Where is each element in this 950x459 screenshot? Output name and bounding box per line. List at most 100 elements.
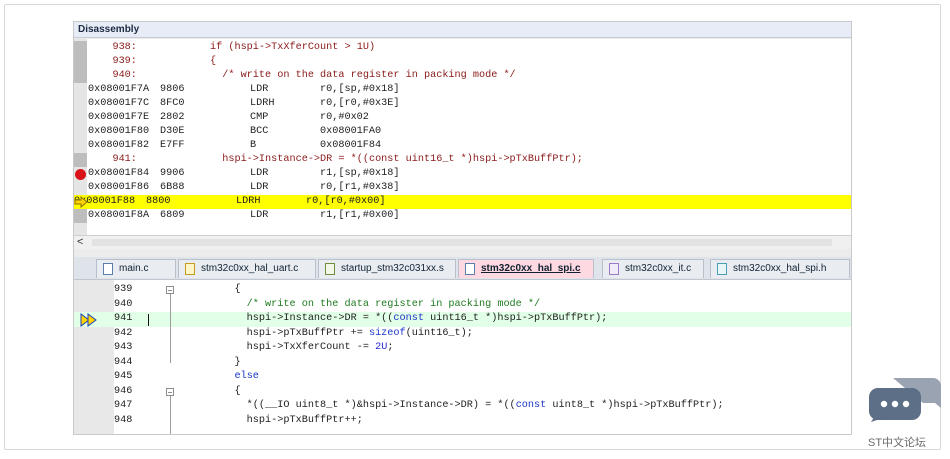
- code-token: hspi->pTxBuffPtr +=: [210, 327, 369, 339]
- disassembly-instruction-line[interactable]: 0x08001F82 E7FF B 0x08001F84: [88, 139, 850, 153]
- instruction-address: 0x08001F86: [88, 182, 150, 193]
- disassembly-instruction-line[interactable]: 0x08001F88 8800 LDRH r0,[r0,#0x00]: [74, 195, 851, 209]
- scroll-left-button[interactable]: <: [77, 236, 83, 248]
- instruction-operands: 0x08001F84: [320, 140, 382, 151]
- source-line-number: 941:: [88, 154, 137, 165]
- editor-line-number: 943: [114, 342, 133, 353]
- instruction-operands: r1,[r1,#0x00]: [320, 210, 400, 221]
- source-line-number: 938:: [88, 42, 137, 53]
- horizontal-scrollbar[interactable]: <: [74, 235, 851, 249]
- c-file-icon: [185, 263, 195, 275]
- editor-line[interactable]: 948 hspi->pTxBuffPtr++;: [74, 414, 851, 429]
- tab-label: startup_stm32c031xx.s: [341, 263, 444, 274]
- tab-startup-stm32c031xx-s[interactable]: startup_stm32c031xx.s: [318, 259, 456, 278]
- instruction-operands: r0,[r0,#0x00]: [306, 196, 386, 207]
- disassembly-instruction-line[interactable]: 0x08001F86 6B88 LDR r0,[r1,#0x38]: [88, 181, 850, 195]
- disassembly-pane[interactable]: 938: if (hspi->TxXferCount > 1U) 939: { 94…: [74, 39, 851, 235]
- editor-code: {: [210, 283, 241, 298]
- instruction-operands: r0,[r1,#0x38]: [320, 182, 400, 193]
- code-token: hspi->pTxBuffPtr++;: [210, 414, 363, 426]
- editor-code: {: [210, 385, 241, 400]
- instruction-mnemonic: LDR: [250, 182, 269, 193]
- scrollbar-thumb[interactable]: [92, 239, 832, 246]
- tab-stm32c0xx-hal-spi-c[interactable]: stm32c0xx_hal_spi.c: [458, 259, 594, 278]
- instruction-address: 0x08001F80: [88, 126, 150, 137]
- code-token: {: [210, 385, 241, 397]
- instruction-mnemonic: LDR: [250, 168, 269, 179]
- h-file-icon: [717, 263, 727, 275]
- instruction-opcode: 9906: [160, 168, 185, 179]
- disassembly-instruction-line[interactable]: 0x08001F8A 6809 LDR r1,[r1,#0x00]: [88, 209, 850, 223]
- breakpoint-icon[interactable]: [75, 168, 86, 180]
- source-code: if (hspi->TxXferCount > 1U): [210, 42, 376, 53]
- instruction-opcode: 9806: [160, 84, 185, 95]
- gutter-marker: [74, 209, 87, 223]
- editor-line[interactable]: 942 hspi->pTxBuffPtr += sizeof(uint16_t)…: [74, 327, 851, 342]
- fold-collapse-icon[interactable]: −: [166, 387, 174, 396]
- tab-label: stm32c0xx_hal_uart.c: [201, 263, 299, 274]
- editor-line[interactable]: 941 hspi->Instance->DR = *((const uint16…: [74, 312, 851, 327]
- editor-line[interactable]: 943 hspi->TxXferCount -= 2U;: [74, 341, 851, 356]
- editor-line[interactable]: 939 {: [74, 283, 851, 298]
- disassembly-source-line[interactable]: 938: if (hspi->TxXferCount > 1U): [88, 41, 850, 55]
- instruction-mnemonic: LDRH: [250, 98, 275, 109]
- tab-stm32c0xx-hal-uart-c[interactable]: stm32c0xx_hal_uart.c: [178, 259, 316, 278]
- disassembly-instruction-line[interactable]: 0x08001F84 9906 LDR r1,[sp,#0x18]: [88, 167, 850, 181]
- editor-code: hspi->Instance->DR = *((const uint16_t *…: [210, 312, 608, 327]
- pane-splitter[interactable]: [74, 250, 851, 257]
- disassembly-instruction-line[interactable]: 0x08001F7E 2802 CMP r0,#0x02: [88, 111, 850, 125]
- instruction-opcode: 6809: [160, 210, 185, 221]
- tab-label: stm32c0xx_hal_spi.c: [481, 263, 581, 274]
- instruction-opcode: 8FC0: [160, 98, 185, 109]
- disassembly-instruction-line[interactable]: 0x08001F80 D30E BCC 0x08001FA0: [88, 125, 850, 139]
- editor-code: /* write on the data register in packing…: [210, 298, 540, 313]
- c-file-icon: [103, 263, 113, 275]
- editor-code: }: [210, 356, 240, 371]
- text-cursor: [148, 313, 149, 326]
- tab-main-c[interactable]: main.c: [96, 259, 176, 278]
- code-token: *((__IO uint8_t *)&hspi->Instance->DR) =…: [210, 400, 516, 411]
- instruction-address: 0x08001F7A: [88, 84, 150, 95]
- code-token: uint8_t *)hspi->pTxBuffPtr);: [546, 400, 724, 411]
- instruction-mnemonic: BCC: [250, 126, 269, 137]
- code-token: else: [234, 371, 259, 382]
- code-token: hspi->Instance->DR = *((: [210, 313, 394, 324]
- instruction-opcode: D30E: [160, 126, 185, 137]
- instruction-operands: r0,#0x02: [320, 112, 369, 123]
- instruction-opcode: 8800: [146, 196, 171, 207]
- code-token: hspi->TxXferCount -=: [210, 342, 376, 353]
- editor-code: hspi->pTxBuffPtr++;: [210, 414, 363, 429]
- editor-line[interactable]: 946 {: [74, 385, 851, 400]
- disassembly-instruction-line[interactable]: 0x08001F7C 8FC0 LDRH r0,[r0,#0x3E]: [88, 97, 850, 111]
- code-token: (uint16_t);: [405, 327, 473, 339]
- tab-stm32c0xx-it-c[interactable]: stm32c0xx_it.c: [602, 259, 704, 278]
- asm-file-icon: [325, 263, 335, 275]
- current-instruction-arrow-icon: [74, 196, 88, 208]
- code-token: const: [393, 313, 424, 324]
- source-editor[interactable]: 939 {−940 /* write on the data register …: [74, 280, 851, 434]
- instruction-operands: r0,[r0,#0x3E]: [320, 98, 400, 109]
- editor-line-number: 940: [114, 298, 133, 310]
- editor-line-number: 944: [114, 356, 133, 368]
- fold-collapse-icon[interactable]: −: [166, 286, 174, 295]
- disassembly-instruction-line[interactable]: 0x08001F7A 9806 LDR r0,[sp,#0x18]: [88, 83, 850, 97]
- instruction-address: 0x08001F7C: [88, 98, 150, 109]
- editor-line-number: 939: [114, 284, 133, 295]
- source-code: hspi->Instance->DR = *((const uint16_t *…: [210, 154, 583, 165]
- editor-line[interactable]: 947 *((__IO uint8_t *)&hspi->Instance->D…: [74, 399, 851, 414]
- code-token: {: [210, 284, 241, 295]
- instruction-mnemonic: LDR: [250, 210, 269, 221]
- editor-line-number: 947: [114, 400, 133, 411]
- disassembly-source-line[interactable]: 939: {: [88, 55, 850, 69]
- instruction-address: 0x08001F7E: [88, 112, 150, 123]
- forum-watermark: ST中文论坛: [868, 437, 927, 449]
- editor-code: *((__IO uint8_t *)&hspi->Instance->DR) =…: [210, 399, 724, 414]
- instruction-opcode: 6B88: [160, 182, 185, 193]
- disassembly-source-line[interactable]: 940: /* write on the data register in pa…: [88, 69, 850, 83]
- tab-stm32c0xx-hal-spi-h[interactable]: stm32c0xx_hal_spi.h: [710, 259, 850, 278]
- editor-line[interactable]: 945 else: [74, 370, 851, 385]
- editor-line[interactable]: 944 }: [74, 356, 851, 371]
- disassembly-source-line[interactable]: 941: hspi->Instance->DR = *((const uint1…: [88, 153, 850, 167]
- editor-line[interactable]: 940 /* write on the data register in pac…: [74, 298, 851, 313]
- fold-guide-line: [170, 294, 171, 363]
